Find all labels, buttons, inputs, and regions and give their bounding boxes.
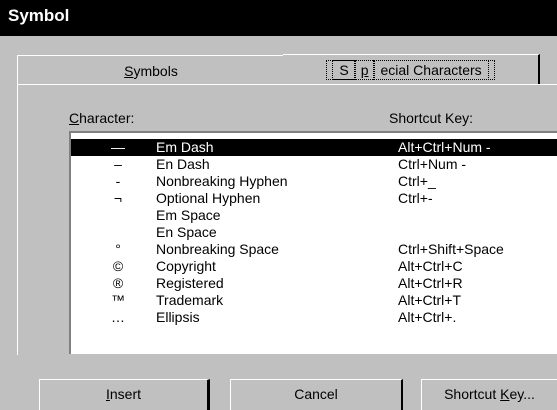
shortcut-key: Alt+Ctrl+C xyxy=(398,258,463,274)
list-item[interactable]: © Copyright Alt+Ctrl+C xyxy=(71,258,557,275)
list-item[interactable]: ® Registered Alt+Ctrl+R xyxy=(71,275,557,292)
list-item[interactable]: ™ Trademark Alt+Ctrl+T xyxy=(71,292,557,309)
character-name: Registered xyxy=(156,275,224,291)
tab-symbols-label: Symbols xyxy=(124,63,178,79)
character-name: En Space xyxy=(156,224,217,240)
shortcut-key: Ctrl+_ xyxy=(398,173,436,189)
symbol-glyph: — xyxy=(111,139,125,155)
symbol-glyph: – xyxy=(114,156,122,172)
shortcut-key: Ctrl+- xyxy=(398,190,433,206)
symbol-glyph: © xyxy=(112,258,124,274)
list-item[interactable]: — Em Dash Alt+Ctrl+Num - xyxy=(71,139,557,156)
list-item[interactable]: – En Dash Ctrl+Num - xyxy=(71,156,557,173)
symbol-glyph: ™ xyxy=(111,292,125,308)
special-characters-list[interactable]: — Em Dash Alt+Ctrl+Num - – En Dash Ctrl+Num -… xyxy=(69,131,557,354)
character-name: Em Space xyxy=(156,207,221,223)
shortcut-key: Alt+Ctrl+. xyxy=(398,309,457,325)
list-item[interactable]: … Ellipsis Alt+Ctrl+. xyxy=(71,309,557,326)
character-name: Trademark xyxy=(156,292,224,308)
symbol-glyph: ° xyxy=(115,241,121,257)
character-name: Copyright xyxy=(156,258,216,274)
insert-button[interactable]: Insert xyxy=(39,379,210,410)
tab-symbols[interactable]: Symbols xyxy=(17,55,284,84)
shortcut-key: Ctrl+Shift+Space xyxy=(398,241,504,257)
shortcut-key-button[interactable]: Shortcut Key... xyxy=(421,379,557,410)
title-bar[interactable]: Symbol xyxy=(0,0,557,36)
tab-special-characters[interactable]: Sp ecial Characters xyxy=(283,54,540,85)
shortcut-key: Ctrl+Num - xyxy=(398,156,467,172)
shortcut-key: Alt+Ctrl+T xyxy=(398,292,462,308)
list-item[interactable]: En Space xyxy=(71,224,557,241)
character-name: Em Dash xyxy=(156,139,214,155)
window-title: Symbol xyxy=(8,6,70,25)
list-item[interactable]: Em Space xyxy=(71,207,557,224)
symbol-glyph: ¬ xyxy=(113,190,123,206)
list-item[interactable]: - Nonbreaking Hyphen Ctrl+_ xyxy=(71,173,557,190)
character-name: Nonbreaking Space xyxy=(156,241,279,257)
character-name: Nonbreaking Hyphen xyxy=(156,173,288,189)
symbol-glyph: … xyxy=(111,309,125,325)
character-column-header: Character: xyxy=(69,110,135,126)
symbol-glyph: ® xyxy=(112,275,124,291)
shortcut-column-header: Shortcut Key: xyxy=(389,110,474,126)
tab-special-characters-label: Sp ecial Characters xyxy=(283,60,538,80)
character-name: Ellipsis xyxy=(156,309,200,325)
list-item[interactable]: ¬ Optional Hyphen Ctrl+- xyxy=(71,190,557,207)
list-item[interactable]: ° Nonbreaking Space Ctrl+Shift+Space xyxy=(71,241,557,258)
shortcut-key: Alt+Ctrl+Num - xyxy=(398,139,491,155)
character-name: Optional Hyphen xyxy=(156,190,261,206)
shortcut-key: Alt+Ctrl+R xyxy=(398,275,463,291)
character-name: En Dash xyxy=(156,156,210,172)
cancel-button[interactable]: Cancel xyxy=(230,379,403,410)
symbol-glyph: - xyxy=(115,173,121,189)
